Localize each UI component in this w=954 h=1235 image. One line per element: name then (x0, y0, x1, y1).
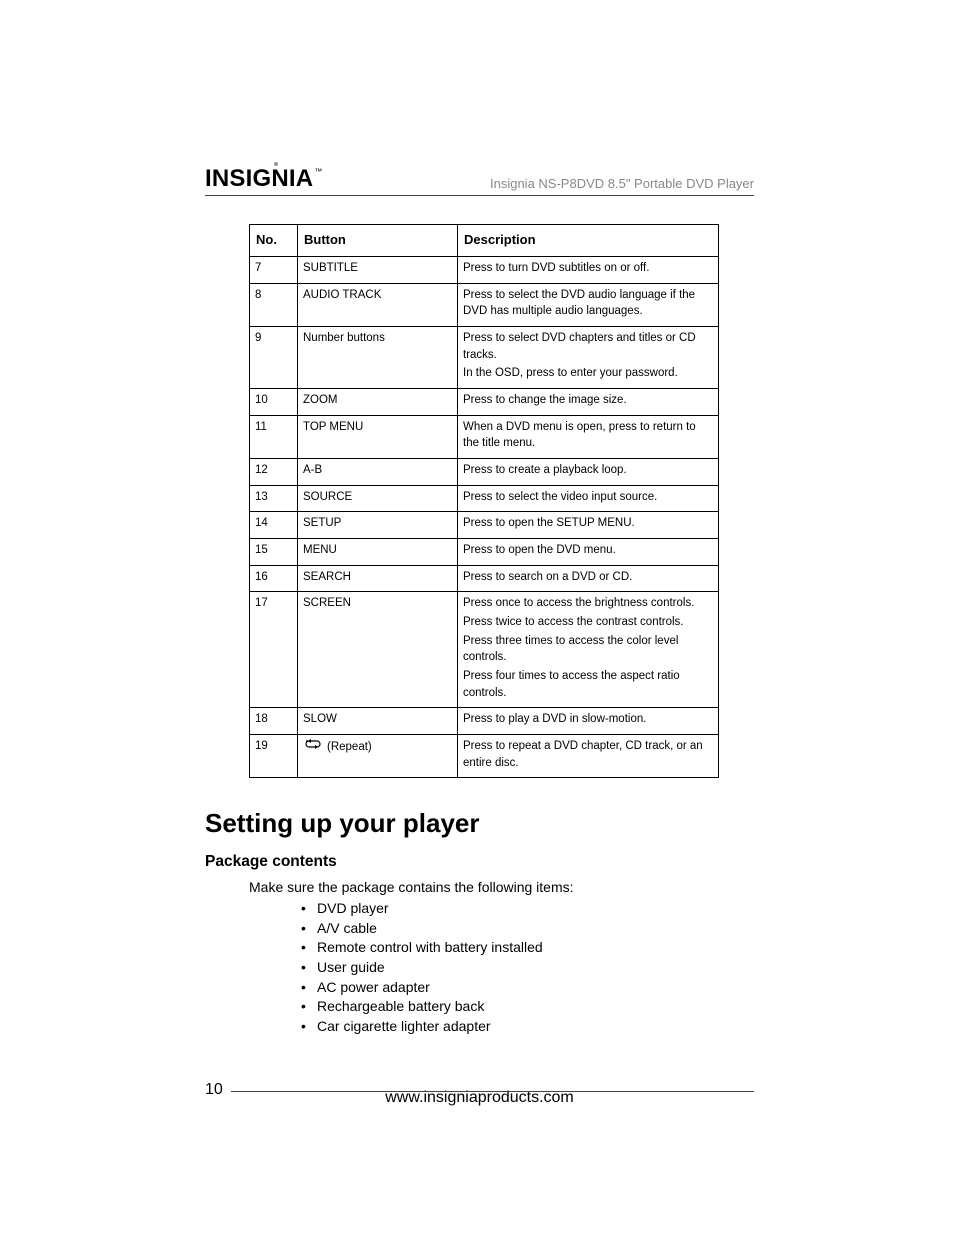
logo-accent-dot (274, 162, 278, 166)
cell-no: 15 (250, 538, 298, 565)
cell-description: Press to play a DVD in slow-motion. (458, 708, 719, 735)
list-item: Remote control with battery installed (301, 938, 754, 958)
subsection-heading: Package contents (205, 853, 754, 871)
desc-line: Press to turn DVD subtitles on or off. (463, 260, 713, 277)
list-item: Rechargeable battery back (301, 997, 754, 1017)
cell-button: SLOW (298, 708, 458, 735)
package-contents-list: DVD playerA/V cableRemote control with b… (301, 899, 754, 1036)
cell-description: Press to create a playback loop. (458, 458, 719, 485)
cell-no: 8 (250, 283, 298, 326)
cell-description: Press to open the DVD menu. (458, 538, 719, 565)
cell-button: AUDIO TRACK (298, 283, 458, 326)
desc-line: Press four times to access the aspect ra… (463, 668, 713, 701)
table-row: 13SOURCE Press to select the video input … (250, 485, 719, 512)
cell-no: 18 (250, 708, 298, 735)
cell-no: 13 (250, 485, 298, 512)
desc-line: Press to search on a DVD or CD. (463, 569, 713, 586)
cell-button: SEARCH (298, 565, 458, 592)
table-row: 14SETUP Press to open the SETUP MENU. (250, 512, 719, 539)
cell-no: 17 (250, 592, 298, 708)
table-row: 11TOP MENUWhen a DVD menu is open, press… (250, 415, 719, 458)
table-row: 17SCREEN Press once to access the brightn… (250, 592, 719, 708)
desc-line: Press to create a playback loop. (463, 462, 713, 479)
cell-button: ZOOM (298, 388, 458, 415)
footer-rule (231, 1091, 754, 1092)
cell-description: Press to change the image size. (458, 388, 719, 415)
cell-button-label: (Repeat) (327, 741, 372, 753)
page: INSIGNIA ™ Insignia NS-P8DVD 8.5" Portab… (0, 0, 954, 1235)
cell-description: Press to turn DVD subtitles on or off. (458, 256, 719, 283)
cell-no: 9 (250, 326, 298, 388)
list-item: AC power adapter (301, 978, 754, 998)
desc-line: When a DVD menu is open, press to return… (463, 419, 713, 452)
cell-button: Number buttons (298, 326, 458, 388)
desc-line: Press to repeat a DVD chapter, CD track,… (463, 738, 713, 771)
table-row: 9Number buttonsPress to select DVD chapt… (250, 326, 719, 388)
list-item: DVD player (301, 899, 754, 919)
section-lead-text: Make sure the package contains the follo… (249, 879, 754, 895)
product-subtitle: Insignia NS-P8DVD 8.5" Portable DVD Play… (490, 176, 754, 191)
desc-line: Press once to access the brightness cont… (463, 595, 713, 612)
cell-button: (Repeat) (298, 734, 458, 777)
footer-url: www.insigniaproducts.com (377, 1089, 582, 1106)
table-row: 16SEARCH Press to search on a DVD or CD. (250, 565, 719, 592)
section-heading: Setting up your player (205, 808, 754, 839)
list-item: User guide (301, 958, 754, 978)
cell-no: 11 (250, 415, 298, 458)
desc-line: Press three times to access the color le… (463, 633, 713, 666)
table-row: 12A-B Press to create a playback loop. (250, 458, 719, 485)
desc-line: In the OSD, press to enter your password… (463, 365, 713, 382)
table-row: 7SUBTITLE Press to turn DVD subtitles on … (250, 256, 719, 283)
cell-description: Press to select the video input source. (458, 485, 719, 512)
brand-logo: INSIGNIA ™ (205, 165, 322, 193)
cell-no: 19 (250, 734, 298, 777)
cell-no: 14 (250, 512, 298, 539)
table-header-row: No. Button Description (250, 225, 719, 257)
cell-button: TOP MENU (298, 415, 458, 458)
cell-description: Press once to access the brightness cont… (458, 592, 719, 708)
desc-line: Press to select the DVD audio language i… (463, 287, 713, 320)
table-row: 10ZOOM Press to change the image size. (250, 388, 719, 415)
cell-description: Press to repeat a DVD chapter, CD track,… (458, 734, 719, 777)
cell-no: 12 (250, 458, 298, 485)
table-row: 19 (Repeat) Press to repeat a DVD chapter,… (250, 734, 719, 777)
button-reference-table: No. Button Description 7SUBTITLEPress to… (249, 224, 719, 778)
desc-line: Press to select the video input source. (463, 489, 713, 506)
cell-button: A-B (298, 458, 458, 485)
desc-line: Press to open the DVD menu. (463, 542, 713, 559)
repeat-icon (303, 738, 323, 756)
cell-no: 10 (250, 388, 298, 415)
trademark-symbol: ™ (314, 167, 322, 176)
col-header-no: No. (250, 225, 298, 257)
desc-line: Press to select DVD chapters and titles … (463, 330, 713, 363)
table-row: 15MENU Press to open the DVD menu. (250, 538, 719, 565)
cell-description: When a DVD menu is open, press to return… (458, 415, 719, 458)
cell-button: SOURCE (298, 485, 458, 512)
col-header-desc: Description (458, 225, 719, 257)
cell-description: Press to open the SETUP MENU. (458, 512, 719, 539)
cell-description: Press to search on a DVD or CD. (458, 565, 719, 592)
list-item: Car cigarette lighter adapter (301, 1017, 754, 1037)
desc-line: Press twice to access the contrast contr… (463, 614, 713, 631)
list-item: A/V cable (301, 919, 754, 939)
cell-button: SUBTITLE (298, 256, 458, 283)
page-footer: 10 www.insigniaproducts.com (205, 1081, 754, 1107)
desc-line: Press to play a DVD in slow-motion. (463, 711, 713, 728)
table-row: 8AUDIO TRACKPress to select the DVD audi… (250, 283, 719, 326)
cell-description: Press to select the DVD audio language i… (458, 283, 719, 326)
desc-line: Press to open the SETUP MENU. (463, 515, 713, 532)
brand-name: INSIGNIA (205, 165, 313, 193)
col-header-button: Button (298, 225, 458, 257)
cell-button: SETUP (298, 512, 458, 539)
page-number: 10 (205, 1081, 223, 1099)
cell-button: SCREEN (298, 592, 458, 708)
cell-description: Press to select DVD chapters and titles … (458, 326, 719, 388)
cell-button: MENU (298, 538, 458, 565)
desc-line: Press to change the image size. (463, 392, 713, 409)
page-header: INSIGNIA ™ Insignia NS-P8DVD 8.5" Portab… (205, 165, 754, 196)
cell-no: 16 (250, 565, 298, 592)
cell-no: 7 (250, 256, 298, 283)
table-row: 18SLOW Press to play a DVD in slow-motion… (250, 708, 719, 735)
